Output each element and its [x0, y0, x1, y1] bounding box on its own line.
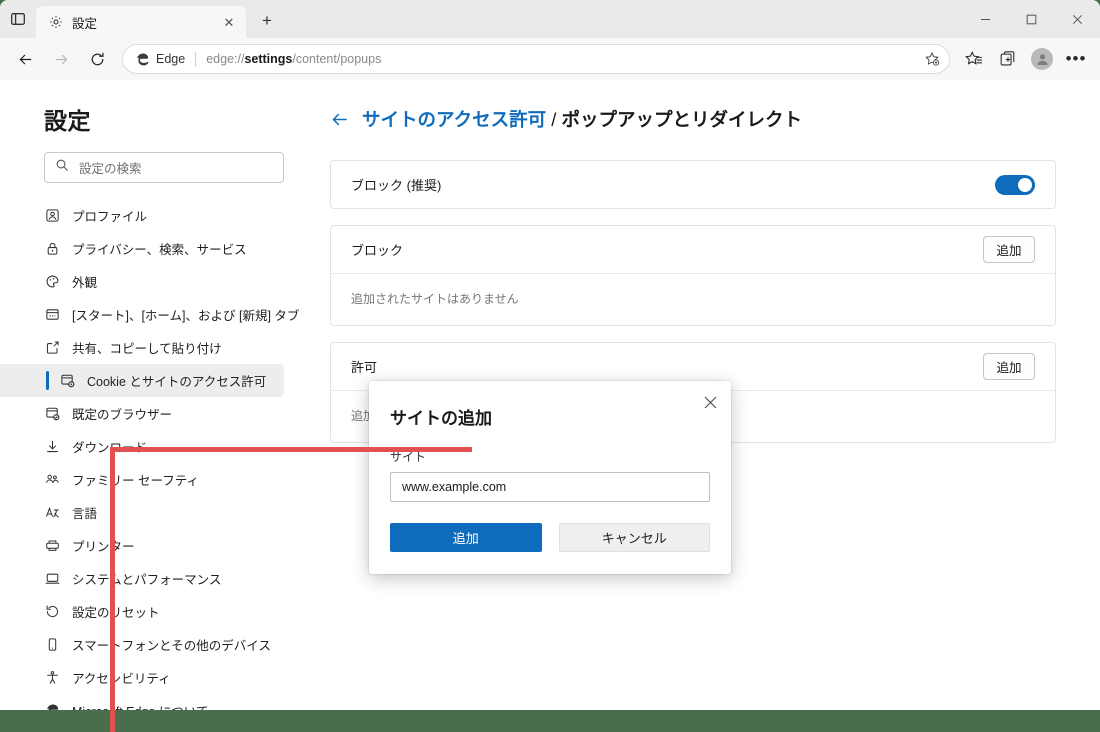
tab-search-icon[interactable] [0, 0, 36, 38]
browser-tab[interactable]: 設定 ✕ [36, 6, 246, 38]
collections-icon[interactable] [992, 43, 1024, 75]
gear-icon [48, 14, 64, 30]
tab-strip: 設定 ✕ + [0, 0, 1100, 38]
dialog-title: サイトの追加 [390, 409, 492, 428]
browser-window: 設定 ✕ + Edge edge://settings/content/popu… [0, 0, 1100, 710]
avatar [1031, 48, 1053, 70]
tab-title: 設定 [72, 16, 98, 31]
forward-arrow-icon [44, 42, 78, 76]
url-text: edge://settings/content/popups [206, 52, 382, 66]
edge-logo-icon: Edge [135, 52, 185, 67]
close-button[interactable] [1054, 3, 1100, 35]
annotation-line-horizontal [110, 447, 472, 452]
add-site-dialog: サイトの追加 サイト 追加 キャンセル [369, 381, 731, 574]
tab-close-button[interactable]: ✕ [218, 11, 240, 33]
minimize-button[interactable] [962, 3, 1008, 35]
more-label: ••• [1065, 49, 1087, 68]
annotation-line-vertical [110, 447, 115, 732]
add-favorite-star-icon[interactable] [919, 46, 945, 72]
back-arrow-icon[interactable] [8, 42, 42, 76]
browser-toolbar: Edge edge://settings/content/popups ••• [0, 38, 1100, 80]
dialog-cancel-button[interactable]: キャンセル [558, 523, 710, 552]
settings-page: 設定 設定の検索 プロファイル プライバシー、検索、サービス 外観 [スタート]… [0, 80, 1100, 710]
dialog-add-button[interactable]: 追加 [390, 523, 542, 552]
reload-icon[interactable] [80, 42, 114, 76]
site-input[interactable] [390, 472, 710, 502]
edge-label: Edge [156, 52, 186, 66]
dialog-actions: 追加 キャンセル [390, 523, 710, 552]
window-controls [962, 0, 1100, 38]
profile-avatar-icon[interactable] [1026, 43, 1058, 75]
maximize-button[interactable] [1008, 3, 1054, 35]
address-bar[interactable]: Edge edge://settings/content/popups [122, 44, 950, 74]
more-ellipsis-icon[interactable]: ••• [1060, 43, 1092, 75]
close-icon[interactable] [697, 389, 723, 415]
favorites-list-icon[interactable] [958, 43, 990, 75]
address-separator [195, 51, 197, 67]
new-tab-button[interactable]: + [252, 6, 282, 36]
